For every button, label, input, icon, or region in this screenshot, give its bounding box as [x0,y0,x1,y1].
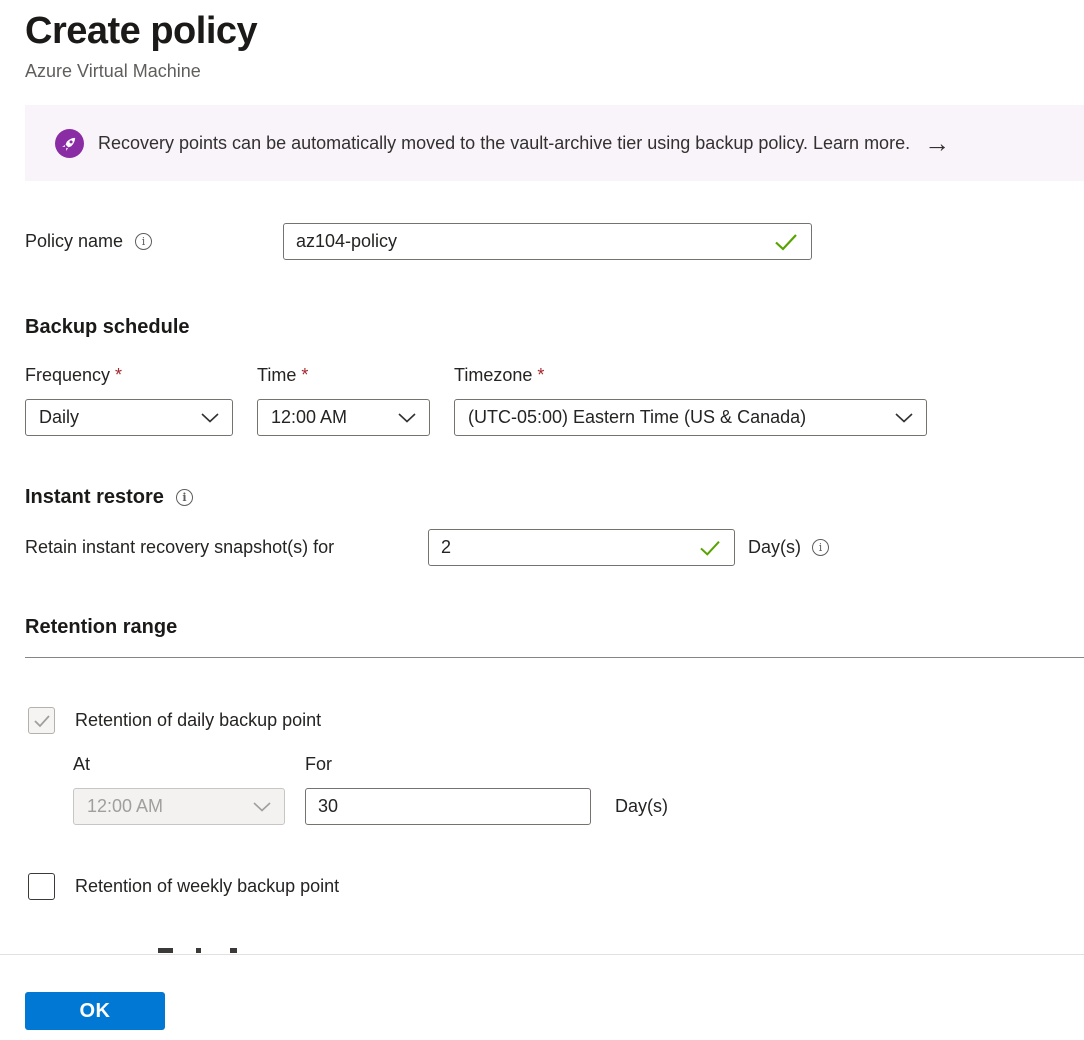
daily-retention-label: Retention of daily backup point [75,710,321,731]
policy-name-row: Policy name i [25,223,1084,260]
weekly-retention-checkbox[interactable] [28,873,55,900]
timezone-value: (UTC-05:00) Eastern Time (US & Canada) [468,407,806,428]
retain-snapshot-label: Retain instant recovery snapshot(s) for [25,537,428,558]
daily-for-input-wrap [305,788,591,825]
page-title: Create policy [25,10,1084,53]
timezone-field: Timezone * (UTC-05:00) Eastern Time (US … [454,365,927,436]
timezone-dropdown[interactable]: (UTC-05:00) Eastern Time (US & Canada) [454,399,927,436]
instant-restore-heading-row: Instant restore i [25,486,1084,509]
frequency-field: Frequency * Daily [25,365,233,436]
time-value: 12:00 AM [271,407,347,428]
rocket-icon [55,129,84,158]
required-asterisk: * [115,365,122,386]
timezone-label: Timezone [454,365,532,386]
valid-check-icon [773,232,799,252]
clipped-next-row-text [0,948,1084,953]
time-dropdown[interactable]: 12:00 AM [257,399,430,436]
chevron-down-icon [201,413,219,423]
retain-days-input[interactable] [441,537,690,558]
daily-retention-subform: At For 12:00 AM Day(s) [73,754,1084,825]
info-icon[interactable]: i [135,233,152,250]
chevron-down-icon [253,802,271,812]
policy-name-label: Policy name [25,231,123,252]
daily-at-value: 12:00 AM [87,796,163,817]
valid-check-icon [698,539,722,557]
gray-check-icon [33,714,51,728]
retention-range-heading: Retention range [25,616,1084,639]
banner-message: Recovery points can be automatically mov… [98,133,910,154]
required-asterisk: * [301,365,308,386]
info-icon[interactable]: i [812,539,829,556]
page-subtitle: Azure Virtual Machine [25,61,1084,82]
daily-for-input[interactable] [318,796,578,817]
days-unit-label: Day(s) [615,796,668,817]
ok-button[interactable]: OK [25,992,165,1030]
frequency-dropdown[interactable]: Daily [25,399,233,436]
time-field: Time * 12:00 AM [257,365,430,436]
for-label: For [305,754,332,775]
footer-bar: OK [0,954,1084,1040]
frequency-value: Daily [39,407,79,428]
section-divider [25,657,1084,658]
frequency-label: Frequency [25,365,110,386]
daily-at-dropdown: 12:00 AM [73,788,285,825]
backup-schedule-fields: Frequency * Daily Time * 12:00 AM [25,365,1084,436]
weekly-retention-row: Retention of weekly backup point [28,873,1084,900]
retain-days-input-wrap [428,529,735,566]
weekly-retention-label: Retention of weekly backup point [75,876,339,897]
policy-name-input[interactable] [296,231,765,252]
at-label: At [73,754,305,775]
instant-restore-heading: Instant restore [25,486,164,509]
create-policy-pane: Create policy Azure Virtual Machine Reco… [0,0,1084,1040]
info-icon[interactable]: i [176,489,193,506]
arrow-right-icon[interactable]: → [924,130,950,156]
info-banner: Recovery points can be automatically mov… [25,105,1084,181]
days-unit-label: Day(s) [748,537,801,558]
daily-retention-row: Retention of daily backup point [28,707,1084,734]
chevron-down-icon [398,413,416,423]
required-asterisk: * [537,365,544,386]
backup-schedule-heading: Backup schedule [25,316,1084,339]
chevron-down-icon [895,413,913,423]
daily-retention-checkbox [28,707,55,734]
instant-restore-row: Retain instant recovery snapshot(s) for … [25,529,1084,566]
policy-name-input-wrap [283,223,812,260]
time-label: Time [257,365,296,386]
